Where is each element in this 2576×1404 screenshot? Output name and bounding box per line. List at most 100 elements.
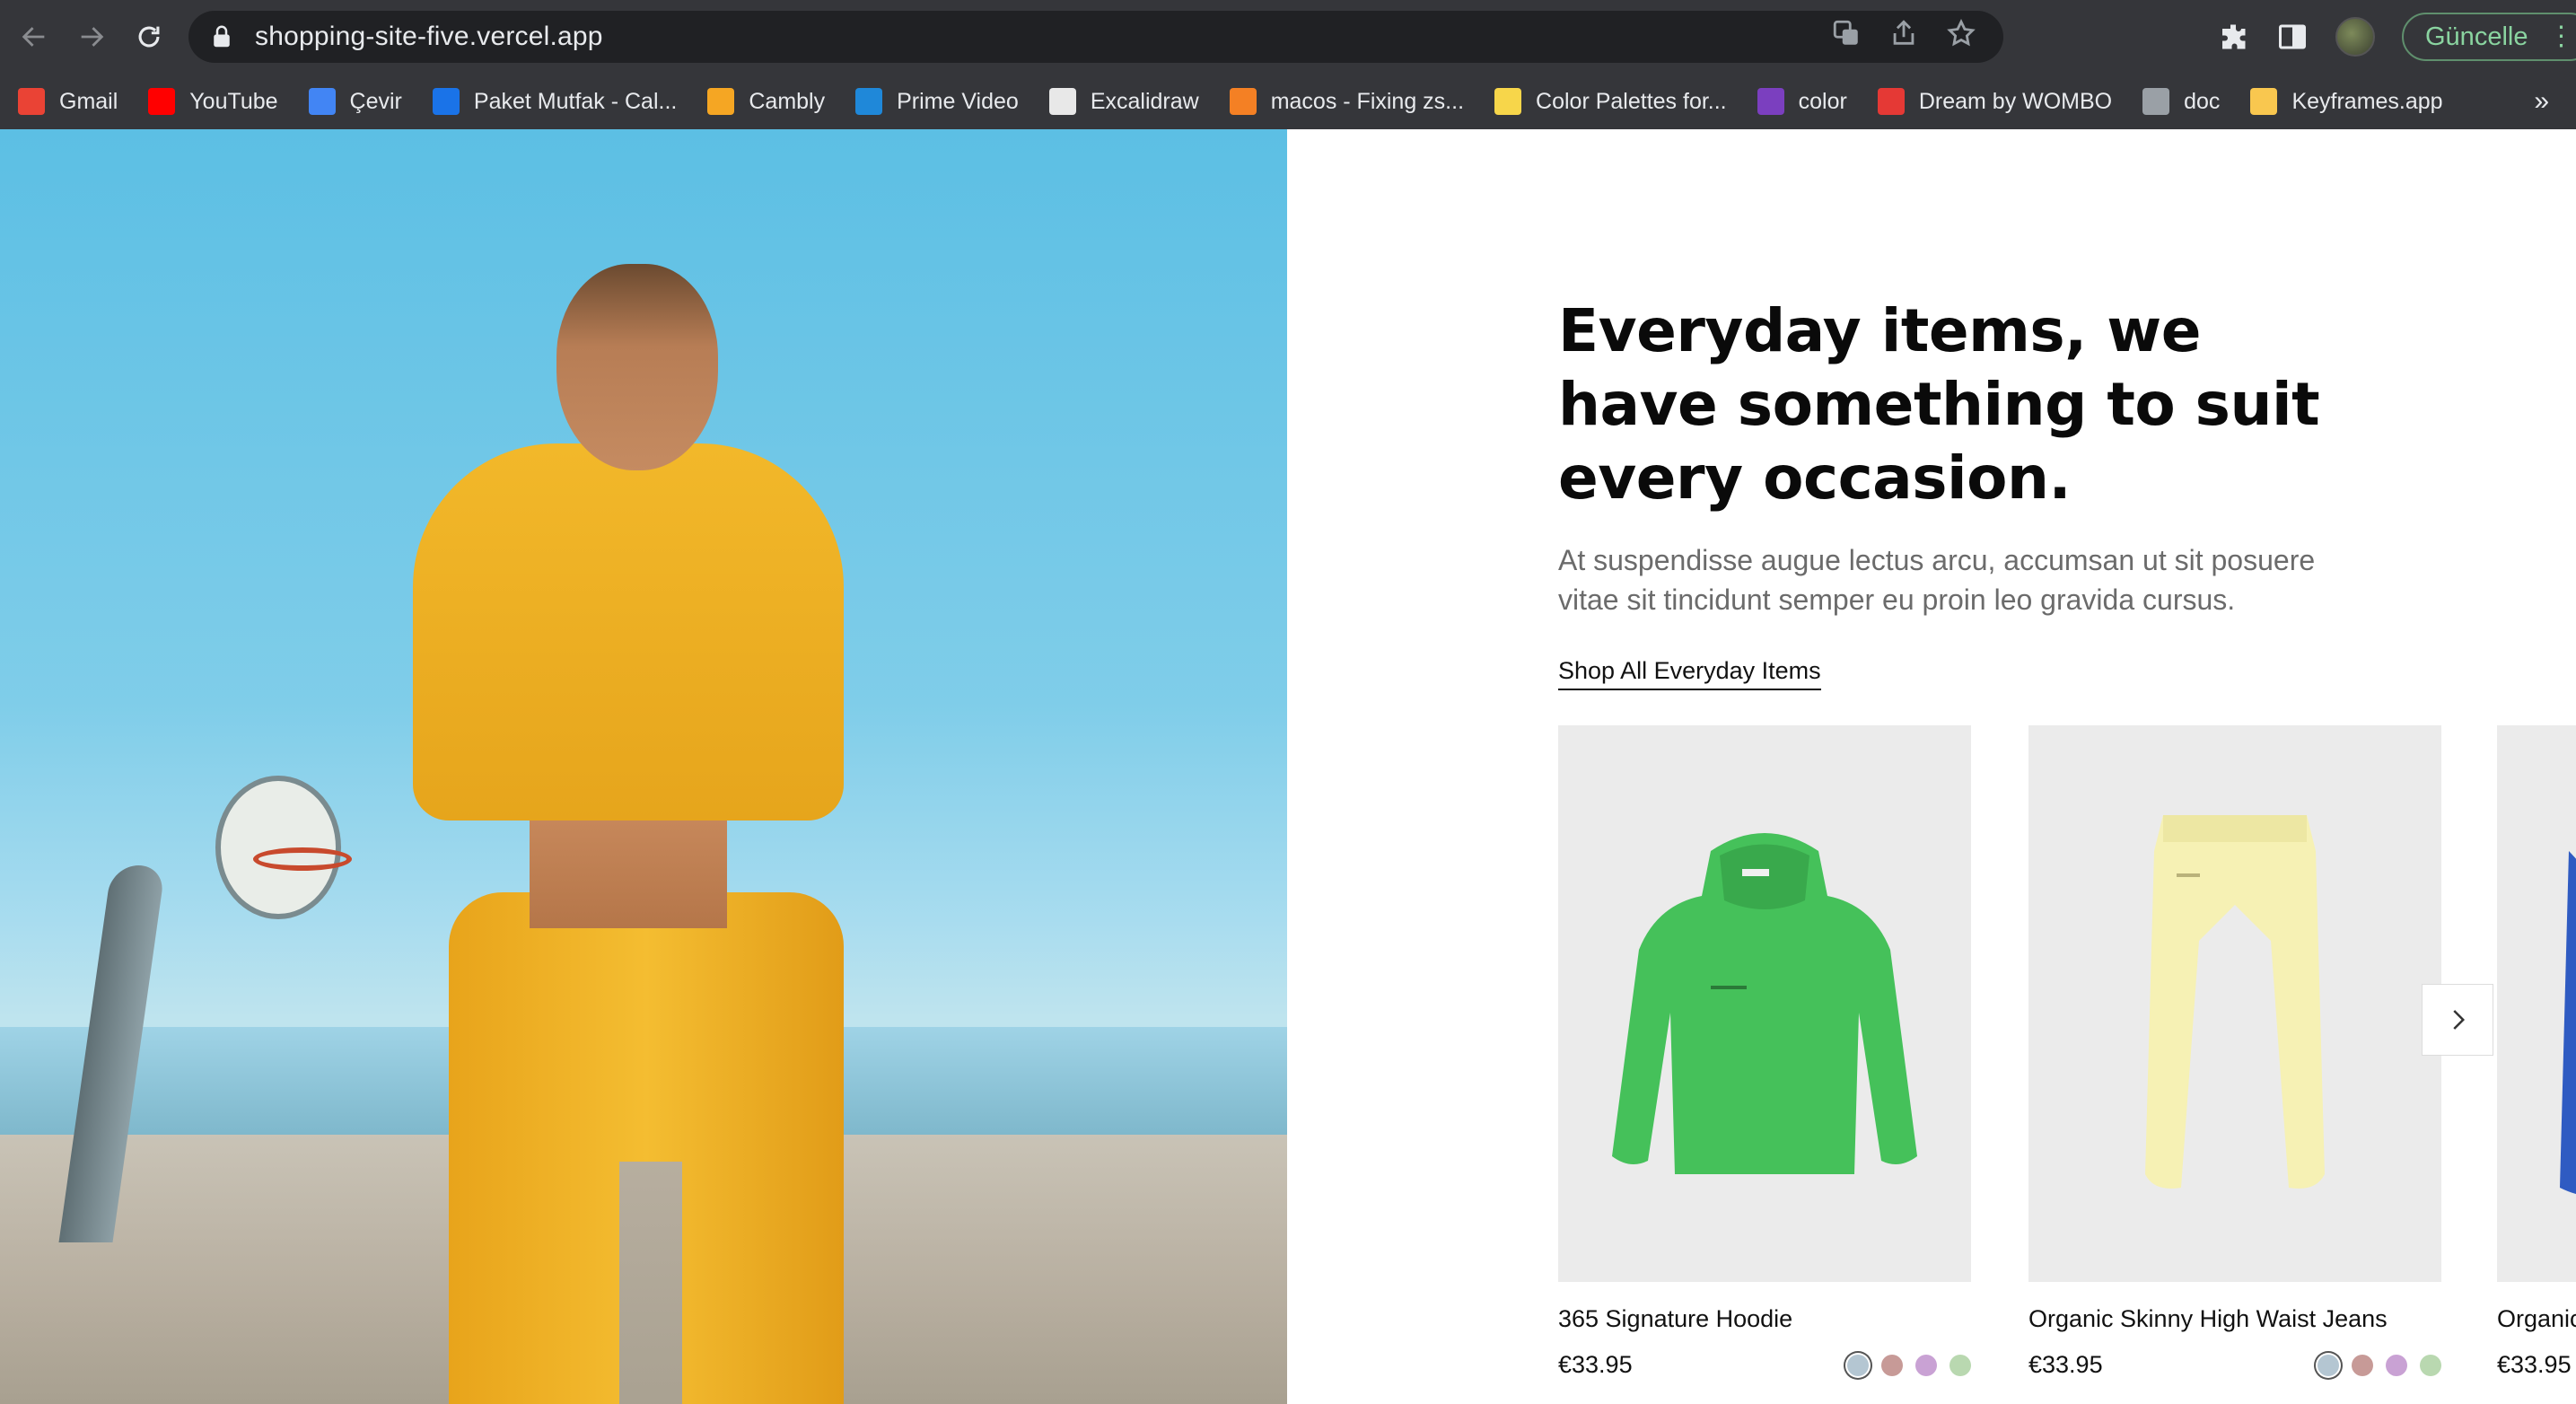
keyframes-icon — [2250, 88, 2278, 115]
basketball-hoop — [253, 847, 352, 871]
color-swatch[interactable] — [1950, 1354, 1971, 1376]
wombo-icon — [1877, 88, 1905, 115]
product-name[interactable]: 365 Signature Hoodie — [1558, 1305, 1971, 1333]
bookmark-item[interactable]: color — [1757, 88, 1847, 115]
bookmark-item[interactable]: Prime Video — [855, 88, 1019, 115]
midriff — [530, 803, 727, 928]
bookmark-label: Keyframes.app — [2291, 88, 2443, 114]
color-swatch[interactable] — [2386, 1354, 2407, 1376]
bookmark-label: YouTube — [189, 88, 278, 114]
arrow-left-icon — [22, 27, 45, 47]
bookmark-item[interactable]: Paket Mutfak - Cal... — [432, 88, 678, 115]
update-label: Güncelle — [2425, 22, 2528, 51]
bookmark-label: macos - Fixing zs... — [1270, 88, 1465, 114]
youtube-icon — [148, 88, 176, 115]
bookmark-item[interactable]: Color Palettes for... — [1494, 88, 1727, 115]
sweatpants-image — [2145, 815, 2325, 1189]
toolbar-right: Güncelle ⋮ — [2217, 11, 2576, 63]
url-text[interactable]: shopping-site-five.vercel.app — [255, 22, 603, 52]
hero-image — [0, 129, 1287, 1404]
browser-toolbar: shopping-site-five.vercel.app Güncelle ⋮ — [0, 0, 2576, 74]
yellow-hoodie — [413, 443, 844, 820]
bookmarks-bar: Gmail YouTube Çevir Paket Mutfak - Cal... Ca… — [0, 74, 2576, 129]
side-panel-icon[interactable] — [2276, 21, 2309, 53]
bookmark-item[interactable]: YouTube — [148, 88, 278, 115]
product-image[interactable] — [2497, 725, 2576, 1282]
product-card[interactable]: Organic Skinny High Waist Jeans €33.95 — [2028, 725, 2441, 1379]
color-swatch[interactable] — [2318, 1354, 2339, 1376]
stackoverflow-icon — [1229, 88, 1257, 115]
browser-window: shopping-site-five.vercel.app Güncelle ⋮… — [0, 0, 2576, 1404]
prime-video-icon — [855, 88, 883, 115]
translate-icon[interactable] — [1831, 18, 1862, 48]
green-hoodie-image — [1612, 833, 1917, 1174]
section-description: At suspendisse augue lectus arcu, accums… — [1558, 544, 2316, 616]
bookmark-label: Çevir — [349, 88, 402, 114]
omnibox-actions — [1831, 18, 1976, 48]
bookmark-label: Cambly — [749, 88, 826, 114]
forward-button[interactable] — [68, 13, 115, 60]
share-icon[interactable] — [1888, 18, 1919, 48]
bookmark-item[interactable]: macos - Fixing zs... — [1229, 88, 1465, 115]
bookmark-item[interactable]: Çevir — [308, 88, 402, 115]
color-drop-icon — [1757, 88, 1784, 115]
product-card[interactable]: Organic €33.95 — [2497, 725, 2576, 1379]
extensions-icon[interactable] — [2217, 21, 2249, 53]
basketball-backboard — [215, 776, 341, 919]
bookmark-label: color — [1798, 88, 1847, 114]
reload-button[interactable] — [126, 13, 172, 60]
color-swatch[interactable] — [2352, 1354, 2373, 1376]
carousel-next-button[interactable] — [2422, 984, 2493, 1056]
color-swatch[interactable] — [2420, 1354, 2441, 1376]
product-image[interactable] — [1558, 725, 1971, 1282]
leg-gap — [619, 1162, 682, 1404]
folder-icon — [2142, 88, 2170, 115]
bookmark-label: Prime Video — [897, 88, 1019, 114]
update-button[interactable]: Güncelle ⋮ — [2402, 13, 2576, 61]
blue-garment-image — [2560, 851, 2576, 1194]
product-meta: €33.95 — [2028, 1351, 2441, 1379]
bookmark-label: Dream by WOMBO — [1918, 88, 2113, 114]
model-figure — [377, 264, 880, 1404]
bookmark-item[interactable]: Keyframes.app — [2250, 88, 2443, 115]
bookmark-item[interactable]: Gmail — [18, 88, 118, 115]
color-swatch[interactable] — [1881, 1354, 1903, 1376]
everyday-items-section: Everyday items, we have something to sui… — [1287, 129, 2576, 1404]
bookmark-label: Paket Mutfak - Cal... — [473, 88, 678, 114]
profile-avatar[interactable] — [2335, 17, 2375, 57]
shop-all-link[interactable]: Shop All Everyday Items — [1558, 657, 1821, 690]
section-heading: Everyday items, we have something to sui… — [1558, 296, 2320, 513]
translate-icon — [308, 88, 336, 115]
address-bar[interactable]: shopping-site-five.vercel.app — [188, 11, 2003, 63]
bookmark-item[interactable]: Dream by WOMBO — [1877, 88, 2113, 115]
arrow-right-icon — [81, 27, 104, 47]
reload-icon — [138, 26, 160, 48]
bookmarks-overflow-button[interactable]: » — [2534, 86, 2549, 117]
calendar-icon — [432, 88, 460, 115]
bookmark-label: Color Palettes for... — [1536, 88, 1727, 114]
back-button[interactable] — [11, 13, 57, 60]
bookmark-item[interactable]: Cambly — [707, 88, 825, 115]
lock-icon — [214, 25, 230, 48]
color-swatch[interactable] — [1915, 1354, 1937, 1376]
bookmark-label: Gmail — [59, 88, 118, 114]
color-swatches — [2318, 1354, 2441, 1376]
color-swatches — [1847, 1354, 1971, 1376]
product-price: €33.95 — [2028, 1351, 2103, 1378]
bookmark-label: Excalidraw — [1090, 88, 1199, 114]
cambly-icon — [707, 88, 735, 115]
color-swatch[interactable] — [1847, 1354, 1869, 1376]
product-card[interactable]: 365 Signature Hoodie €33.95 — [1558, 725, 1971, 1379]
product-price: €33.95 — [2497, 1351, 2572, 1378]
product-name[interactable]: Organic Skinny High Waist Jeans — [2028, 1305, 2441, 1333]
product-price: €33.95 — [1558, 1351, 1633, 1378]
gmail-icon — [18, 88, 45, 115]
chevron-right-icon — [2453, 1010, 2466, 1030]
kebab-menu-icon: ⋮ — [2547, 22, 2575, 51]
model-head — [556, 264, 718, 470]
bookmark-item[interactable]: doc — [2142, 88, 2220, 115]
product-name[interactable]: Organic — [2497, 1305, 2576, 1333]
bookmark-item[interactable]: Excalidraw — [1048, 88, 1199, 115]
bookmark-star-icon[interactable] — [1946, 18, 1976, 48]
product-image[interactable] — [2028, 725, 2441, 1282]
